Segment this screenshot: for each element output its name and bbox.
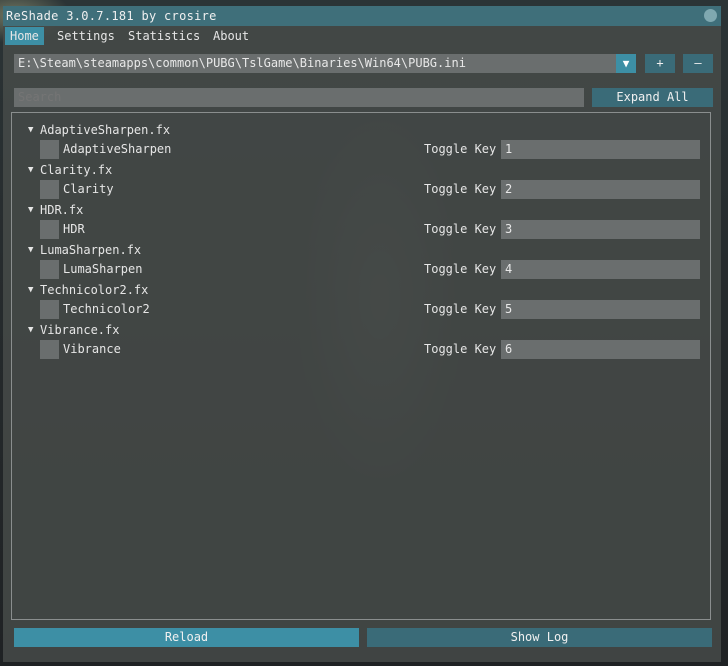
effect-group-header[interactable]: ▼ Technicolor2.fx: [28, 282, 148, 298]
triangle-down-icon: ▼: [28, 325, 34, 335]
effect-file-name: AdaptiveSharpen.fx: [40, 123, 171, 137]
technique-name: Vibrance: [63, 342, 121, 356]
toggle-key-input[interactable]: 4: [501, 260, 700, 279]
technique-checkbox[interactable]: [40, 180, 59, 199]
effect-group-header[interactable]: ▼ Vibrance.fx: [28, 322, 119, 338]
technique-checkbox[interactable]: [40, 340, 59, 359]
toggle-key-label: Toggle Key: [424, 142, 497, 156]
toggle-key-label: Toggle Key: [424, 182, 497, 196]
search-input[interactable]: [14, 88, 584, 107]
technique-checkbox[interactable]: [40, 220, 59, 239]
tab-home[interactable]: Home: [5, 27, 44, 45]
toggle-key-input[interactable]: 2: [501, 180, 700, 199]
effect-file-name: LumaSharpen.fx: [40, 243, 142, 257]
toggle-key-label: Toggle Key: [424, 302, 497, 316]
technique-checkbox[interactable]: [40, 140, 59, 159]
preset-path-select[interactable]: E:\Steam\steamapps\common\PUBG\TslGame\B…: [14, 54, 616, 73]
toggle-key-input[interactable]: 6: [501, 340, 700, 359]
triangle-down-icon: ▼: [28, 165, 34, 175]
effect-file-name: Technicolor2.fx: [40, 283, 149, 297]
effect-file-name: Clarity.fx: [40, 163, 113, 177]
effect-group-header[interactable]: ▼ HDR.fx: [28, 202, 83, 218]
technique-checkbox[interactable]: [40, 260, 59, 279]
tab-about[interactable]: About: [208, 27, 254, 45]
triangle-down-icon: ▼: [28, 125, 34, 135]
title-bar[interactable]: ReShade 3.0.7.181 by crosire: [3, 6, 721, 26]
technique-name: HDR: [63, 222, 85, 236]
toggle-key-label: Toggle Key: [424, 262, 497, 276]
technique-name: Technicolor2: [63, 302, 150, 316]
triangle-down-icon: ▼: [28, 285, 34, 295]
show-log-button[interactable]: Show Log: [367, 628, 712, 647]
window-title: ReShade 3.0.7.181 by crosire: [6, 9, 217, 23]
technique-name: AdaptiveSharpen: [63, 142, 172, 156]
collapse-icon[interactable]: [704, 9, 717, 22]
triangle-down-icon: ▼: [28, 245, 34, 255]
toggle-key-input[interactable]: 5: [501, 300, 700, 319]
effect-group-header[interactable]: ▼ AdaptiveSharpen.fx: [28, 122, 170, 138]
toggle-key-label: Toggle Key: [424, 222, 497, 236]
menu-bar: Home Settings Statistics About: [3, 26, 721, 46]
toggle-key-input[interactable]: 1: [501, 140, 700, 159]
remove-preset-button[interactable]: –: [683, 54, 713, 73]
effect-group-header[interactable]: ▼ Clarity.fx: [28, 162, 112, 178]
effect-file-name: Vibrance.fx: [40, 323, 120, 337]
effect-group-header[interactable]: ▼ LumaSharpen.fx: [28, 242, 141, 258]
dropdown-arrow-icon[interactable]: ▼: [616, 54, 636, 73]
expand-all-button[interactable]: Expand All: [592, 88, 713, 107]
add-preset-button[interactable]: +: [645, 54, 675, 73]
toggle-key-input[interactable]: 3: [501, 220, 700, 239]
tab-statistics[interactable]: Statistics: [123, 27, 205, 45]
technique-checkbox[interactable]: [40, 300, 59, 319]
tab-settings[interactable]: Settings: [52, 27, 120, 45]
reload-button[interactable]: Reload: [14, 628, 359, 647]
technique-name: LumaSharpen: [63, 262, 143, 276]
effect-file-name: HDR.fx: [40, 203, 84, 217]
triangle-down-icon: ▼: [28, 205, 34, 215]
toggle-key-label: Toggle Key: [424, 342, 497, 356]
technique-name: Clarity: [63, 182, 114, 196]
